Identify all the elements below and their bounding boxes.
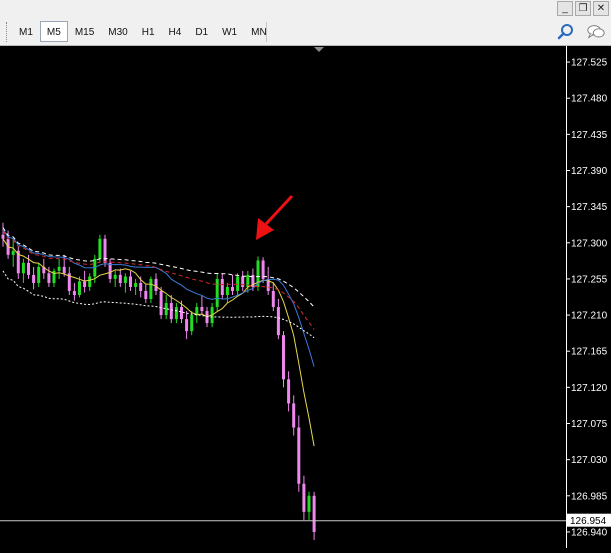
candle-body: [271, 290, 275, 308]
candle-body: [220, 278, 224, 295]
chart-shift-marker[interactable]: [314, 47, 324, 52]
candle-body: [302, 483, 306, 512]
chat-icon[interactable]: [586, 22, 606, 42]
candle-body: [62, 266, 66, 274]
candle-body: [98, 238, 102, 259]
search-icon[interactable]: [556, 22, 576, 42]
timeframe-m5[interactable]: M5: [39, 21, 68, 42]
candle-body: [144, 290, 148, 300]
candle-body: [11, 250, 15, 255]
timeframe-w1[interactable]: W1: [215, 21, 244, 42]
candle-body: [174, 307, 178, 320]
timeframe-bar: M1 M5 M15 M30 H1 H4 D1 W1 MN: [12, 21, 274, 42]
candle-body: [190, 315, 194, 332]
candle-body: [47, 273, 51, 283]
close-button[interactable]: ✕: [593, 1, 609, 16]
candle-body: [108, 262, 112, 279]
timeframe-m30[interactable]: M30: [101, 21, 134, 42]
candle-body: [312, 495, 316, 532]
window-title-strip: _ ❐ ✕: [0, 0, 611, 18]
y-axis-label: 127.165: [571, 347, 608, 358]
timeframe-toolbar: M1 M5 M15 M30 H1 H4 D1 W1 MN: [0, 18, 611, 46]
candle-body: [57, 266, 61, 271]
y-axis-label: 127.075: [571, 419, 608, 430]
candle-body: [215, 278, 219, 308]
toolbar-separator: [266, 22, 267, 42]
current-price-label: 126.954: [570, 516, 607, 527]
y-axis-label: 127.345: [571, 202, 608, 213]
timeframe-mn[interactable]: MN: [244, 21, 274, 42]
candle-body: [154, 278, 158, 291]
candle-body: [88, 276, 92, 287]
candle-body: [149, 278, 153, 300]
restore-button[interactable]: ❐: [575, 1, 591, 16]
timeframe-h1[interactable]: H1: [135, 21, 162, 42]
y-axis-label: 127.300: [571, 238, 608, 249]
candle-body: [113, 274, 117, 279]
candle-body: [241, 276, 245, 287]
candle-body: [134, 282, 138, 287]
candle-body: [83, 281, 87, 287]
candle-body: [169, 303, 173, 320]
toolbar-grip[interactable]: [6, 22, 10, 42]
timeframe-d1[interactable]: D1: [188, 21, 215, 42]
candle-body: [297, 427, 301, 484]
candle-body: [180, 307, 183, 320]
candle-body: [200, 307, 204, 312]
candle-body: [282, 335, 285, 380]
chart-canvas[interactable]: 127.525 127.480 127.435 127.390 127.345 127.3…: [0, 46, 611, 548]
candle-body: [139, 282, 143, 291]
candle-body: [103, 238, 107, 263]
candle-body: [129, 276, 132, 287]
y-axis-label: 127.525: [571, 58, 608, 69]
y-axis-label: 126.940: [571, 527, 608, 538]
timeframe-h4[interactable]: H4: [162, 21, 189, 42]
y-axis-label: 127.030: [571, 455, 608, 466]
candle-body: [276, 307, 280, 336]
ma-yellow-line: [2, 238, 315, 447]
annotation-arrow-shaft: [264, 194, 294, 226]
candle-body: [231, 286, 234, 291]
timeframe-m1[interactable]: M1: [12, 21, 40, 42]
y-axis-label: 127.390: [571, 166, 608, 177]
candle-body: [307, 495, 311, 512]
candle-body: [78, 281, 81, 295]
y-axis-label: 127.255: [571, 274, 608, 285]
candle-body: [21, 262, 25, 274]
minimize-button[interactable]: _: [557, 1, 573, 16]
candle-body: [159, 290, 163, 316]
timeframe-m15[interactable]: M15: [68, 21, 101, 42]
candle-body: [72, 290, 76, 295]
candle-body: [185, 319, 189, 332]
y-axis-label: 127.435: [571, 130, 608, 141]
candle-body: [27, 262, 30, 275]
candle-body: [123, 276, 127, 283]
annotation-arrow-head: [256, 218, 274, 240]
y-axis-label: 126.985: [571, 491, 608, 502]
candle-body: [118, 274, 122, 283]
candle-body: [1, 234, 5, 239]
price-chart[interactable]: 127.525 127.480 127.435 127.390 127.345 127.3…: [0, 46, 611, 548]
y-axis-label: 127.120: [571, 383, 608, 394]
ma-blue-line: [2, 228, 315, 367]
candle-body: [37, 266, 41, 283]
y-axis-label: 127.480: [571, 94, 608, 105]
candle-body: [225, 286, 229, 295]
candle-body: [287, 379, 291, 404]
y-axis-label: 127.210: [571, 311, 608, 322]
candle-body: [292, 403, 296, 428]
ma-white-dashed-line: [2, 227, 315, 308]
candle-body: [32, 274, 36, 283]
